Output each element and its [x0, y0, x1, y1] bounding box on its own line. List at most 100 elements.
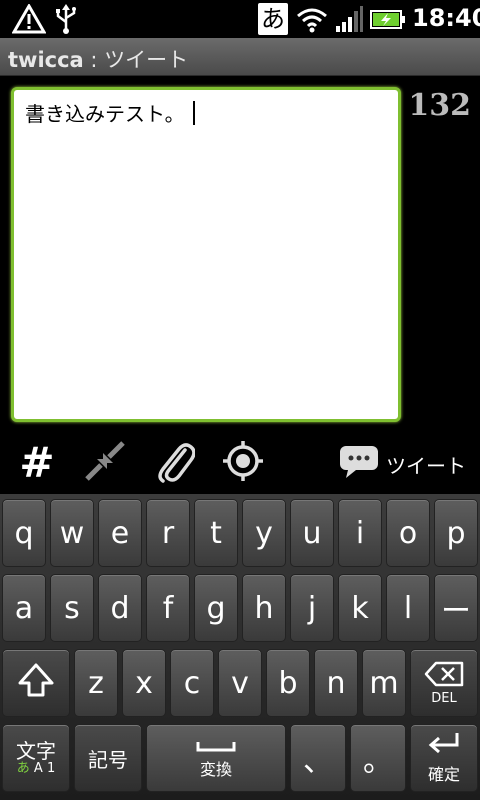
shift-key[interactable]: [2, 649, 70, 717]
alert-triangle-icon: [11, 2, 47, 38]
key-label: c: [183, 665, 201, 701]
delete-key-label: DEL: [431, 690, 457, 706]
key-row2-2[interactable]: d: [98, 574, 142, 642]
status-bar: あ 18:40: [0, 0, 480, 38]
key-label: x: [135, 665, 153, 701]
space-bar-icon: [196, 737, 236, 756]
location-button[interactable]: [218, 438, 268, 488]
compose-text: 書き込みテスト。: [25, 102, 185, 126]
key-label: j: [307, 590, 317, 626]
usb-icon: [54, 4, 78, 38]
key-row1-9[interactable]: p: [434, 499, 478, 567]
key-label: k: [351, 590, 369, 626]
key-row2-1[interactable]: s: [50, 574, 94, 642]
status-clock: 18:40: [412, 4, 480, 32]
key-label: i: [355, 515, 365, 551]
wifi-icon: [296, 4, 328, 38]
key-row3-5[interactable]: n: [314, 649, 358, 717]
key-row2-4[interactable]: g: [194, 574, 238, 642]
symbols-key[interactable]: 記号: [74, 724, 142, 792]
compose-toolbar: # ツイート: [0, 430, 480, 494]
key-label: e: [110, 515, 130, 551]
key-row2-5[interactable]: h: [242, 574, 286, 642]
remaining-char-count: 132: [408, 88, 471, 123]
input-mode-sub: あ A 1: [16, 760, 56, 776]
paperclip-icon: [155, 438, 196, 488]
key-label: v: [231, 665, 249, 701]
key-row2-7[interactable]: k: [338, 574, 382, 642]
tweet-compose-input[interactable]: 書き込みテスト。: [11, 87, 401, 422]
period-key-label: 。: [363, 744, 393, 779]
period-key[interactable]: 。: [350, 724, 406, 792]
key-row2-8[interactable]: l: [386, 574, 430, 642]
enter-key-label: 確定: [427, 765, 460, 784]
key-label: y: [255, 515, 273, 551]
input-mode-label: 文字: [16, 738, 56, 763]
key-row2-0[interactable]: a: [2, 574, 46, 642]
compose-text-wrapper: 書き込みテスト。: [25, 98, 195, 127]
soft-keyboard: DEL 文字 あ A 1 記号 変換 、 。 確定 qwertyuiop asdf…: [0, 494, 480, 800]
key-row1-1[interactable]: w: [50, 499, 94, 567]
page-title: twicca : ツイート: [8, 44, 188, 74]
tweet-button[interactable]: ツイート: [338, 442, 466, 486]
key-label: b: [278, 665, 298, 701]
enter-key[interactable]: 確定: [410, 724, 478, 792]
key-row3-4[interactable]: b: [266, 649, 310, 717]
attach-button[interactable]: [150, 438, 200, 488]
symbols-key-label: 記号: [88, 747, 128, 772]
key-label: s: [64, 590, 80, 626]
key-row2-3[interactable]: f: [146, 574, 190, 642]
key-label: o: [398, 515, 418, 551]
battery-charging-icon: [370, 4, 406, 38]
key-row1-3[interactable]: r: [146, 499, 190, 567]
key-label: h: [254, 590, 274, 626]
hashtag-button[interactable]: #: [12, 438, 62, 488]
key-row2-6[interactable]: j: [290, 574, 334, 642]
ime-indicator: あ: [258, 3, 288, 35]
key-label: l: [403, 590, 413, 626]
key-label: p: [446, 515, 466, 551]
key-row3-0[interactable]: z: [74, 649, 118, 717]
shift-arrow-icon: [16, 661, 56, 705]
input-mode-others: A 1: [33, 760, 56, 776]
key-label: n: [326, 665, 346, 701]
key-row1-8[interactable]: o: [386, 499, 430, 567]
location-target-icon: [221, 439, 265, 487]
space-key-label: 変換: [199, 759, 232, 779]
key-row3-1[interactable]: x: [122, 649, 166, 717]
key-label: q: [14, 515, 34, 551]
comma-key[interactable]: 、: [290, 724, 346, 792]
app-name: twicca: [8, 48, 84, 72]
space-key[interactable]: 変換: [146, 724, 286, 792]
key-label: r: [161, 515, 175, 551]
tweet-button-label: ツイート: [386, 453, 466, 478]
title-separator: :: [83, 48, 105, 72]
key-label: a: [14, 590, 34, 626]
key-label: t: [210, 515, 222, 551]
key-row3-2[interactable]: c: [170, 649, 214, 717]
speech-bubble-icon: [338, 444, 380, 484]
delete-key[interactable]: DEL: [410, 649, 478, 717]
hashtag-icon: #: [19, 438, 55, 487]
title-bar: twicca : ツイート: [0, 38, 480, 76]
key-label: m: [369, 665, 399, 701]
input-mode-key[interactable]: 文字 あ A 1: [2, 724, 70, 792]
key-row3-6[interactable]: m: [362, 649, 406, 717]
key-row1-6[interactable]: u: [290, 499, 334, 567]
key-row1-0[interactable]: q: [2, 499, 46, 567]
key-row1-2[interactable]: e: [98, 499, 142, 567]
key-row1-7[interactable]: i: [338, 499, 382, 567]
screen-name: ツイート: [104, 48, 189, 72]
key-label: u: [302, 515, 322, 551]
input-mode-hiragana: あ: [16, 760, 30, 776]
key-label: f: [162, 590, 174, 626]
key-row1-5[interactable]: y: [242, 499, 286, 567]
shorten-url-button[interactable]: [80, 438, 130, 488]
key-label: w: [59, 515, 85, 551]
key-row3-3[interactable]: v: [218, 649, 262, 717]
text-caret: [192, 101, 195, 125]
key-row2-9[interactable]: ー: [434, 574, 478, 642]
backspace-icon: [424, 661, 464, 691]
key-row1-4[interactable]: t: [194, 499, 238, 567]
key-label: d: [110, 590, 130, 626]
